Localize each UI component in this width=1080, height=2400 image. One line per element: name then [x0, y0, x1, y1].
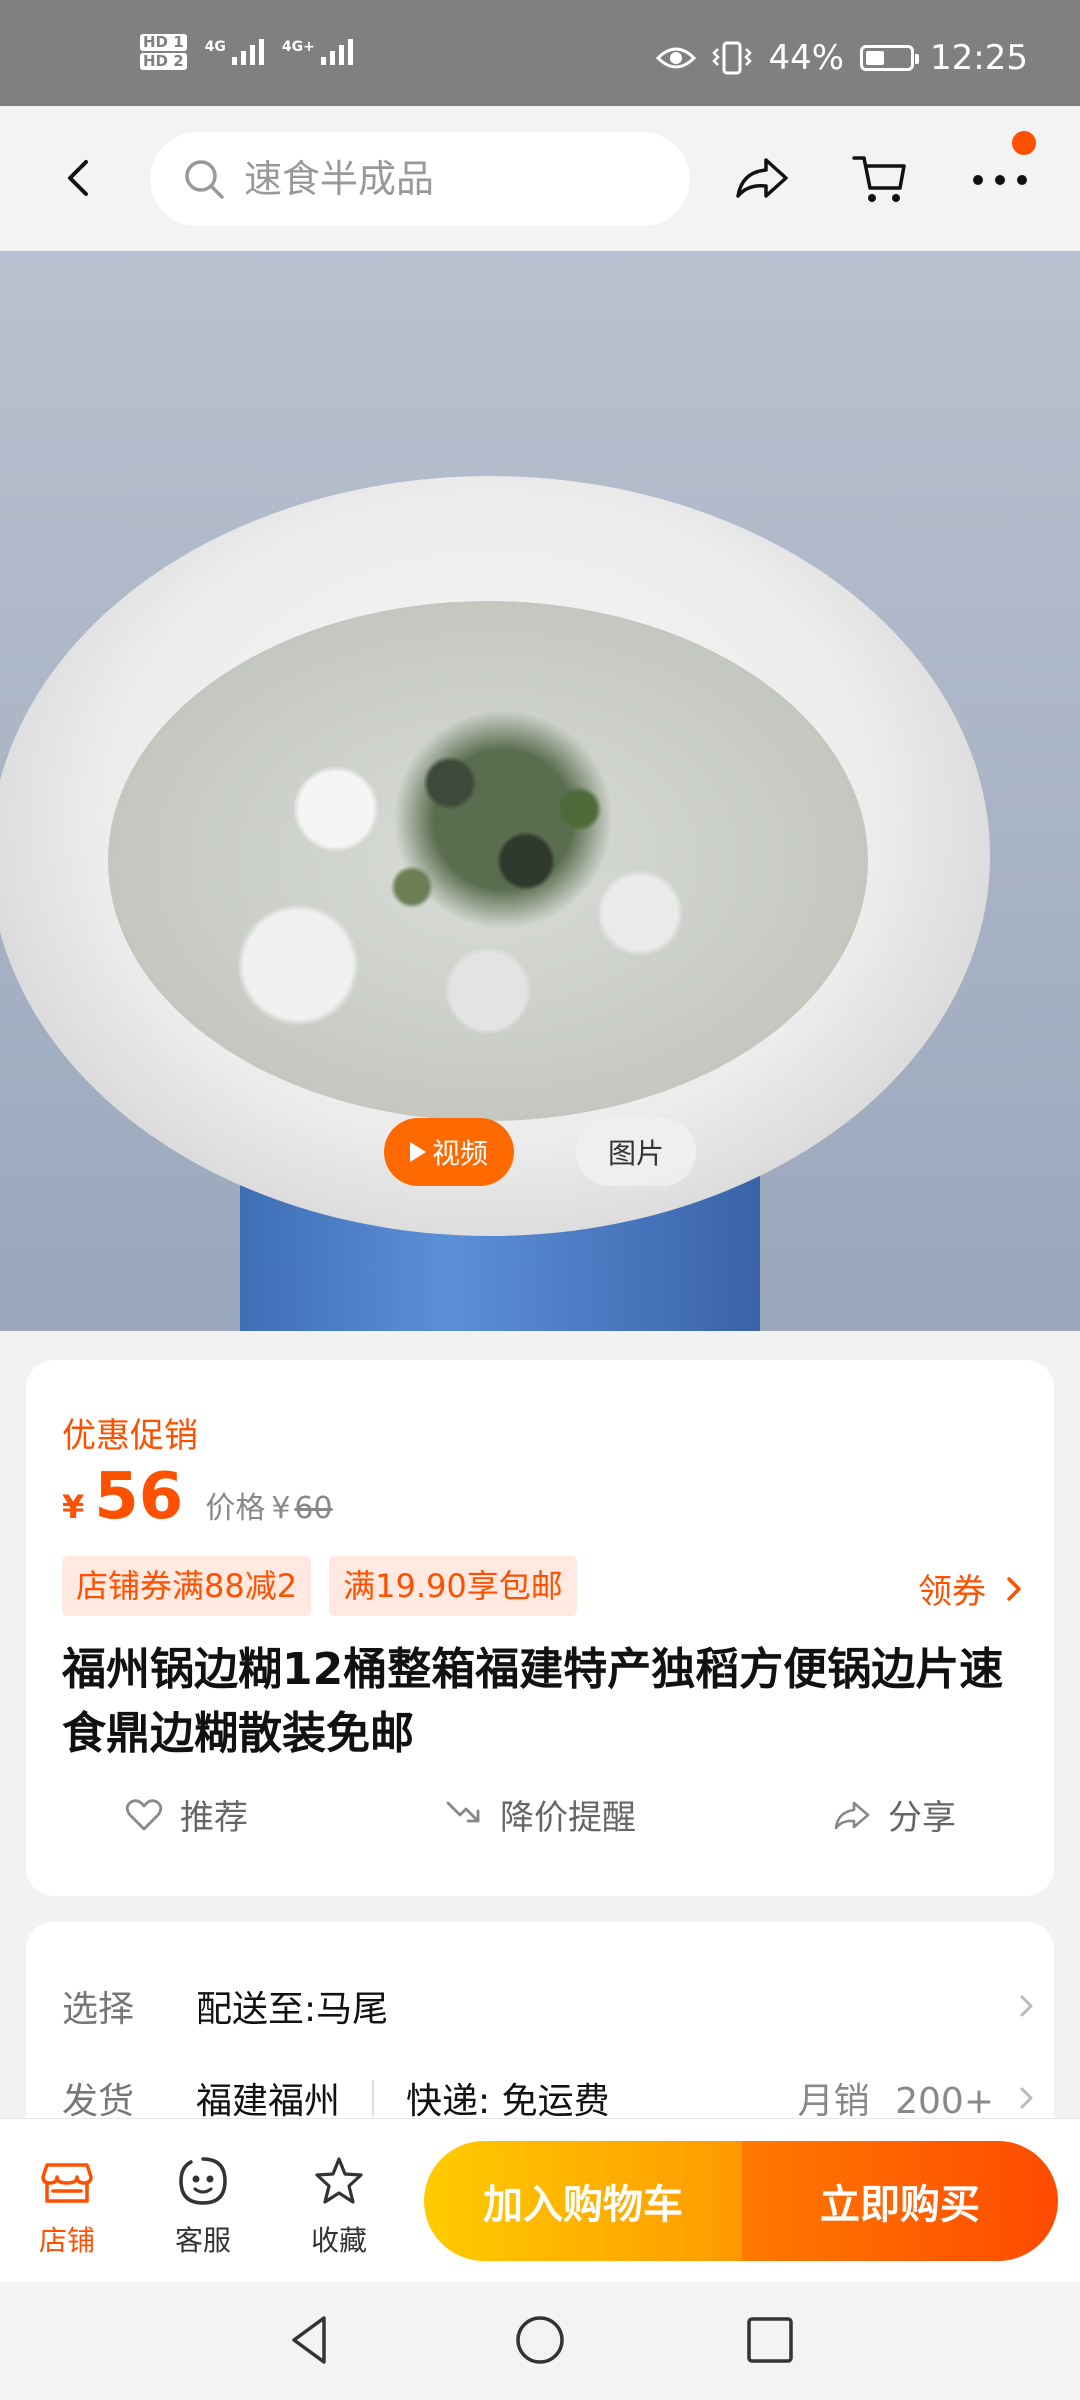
- star-icon: [315, 2157, 363, 2204]
- price-row: ¥ 56 价格 ¥ 60: [62, 1460, 333, 1534]
- original-price: 60: [294, 1491, 333, 1526]
- notification-dot: [1012, 131, 1036, 155]
- select-label: 选择: [62, 1989, 135, 2030]
- divider: [372, 2080, 375, 2116]
- signal-1-icon: 4G: [205, 39, 264, 65]
- monthly-sales-value: 200+: [895, 2081, 994, 2122]
- share-icon[interactable]: [730, 146, 794, 210]
- recommend-button[interactable]: 推荐: [124, 1790, 248, 1839]
- net2-label: 4G+: [281, 39, 315, 55]
- cart-icon[interactable]: [848, 146, 912, 210]
- currency-symbol: ¥: [62, 1488, 85, 1526]
- net1-label: 4G: [204, 39, 226, 55]
- price: 56: [94, 1460, 184, 1534]
- ship-from: 福建福州: [196, 2081, 341, 2122]
- network-indicators: HD 1 HD 2 4G 4G+: [140, 34, 353, 70]
- coupon-shop[interactable]: 店铺券满88减2: [62, 1556, 312, 1616]
- original-currency: ¥: [271, 1491, 291, 1526]
- battery-level: [866, 51, 885, 65]
- system-nav-bar: [0, 2282, 1080, 2400]
- hd2-badge: HD 2: [140, 53, 187, 70]
- heart-icon: [125, 1798, 163, 1830]
- video-tab[interactable]: 视频: [384, 1118, 514, 1186]
- product-actions: 推荐 降价提醒 分享: [26, 1790, 1054, 1839]
- get-coupon-label: 领券: [918, 1572, 986, 1612]
- service-label: 客服: [174, 2224, 231, 2257]
- price-alert-label: 降价提醒: [500, 1798, 636, 1838]
- monthly-sales: 月销 200+: [798, 2072, 994, 2124]
- soup-contents: [108, 601, 868, 1121]
- monthly-sales-label: 月销: [797, 2081, 870, 2122]
- system-recents-icon[interactable]: [740, 2310, 800, 2370]
- express-fee: 快递: 免运费: [406, 2081, 610, 2122]
- coupon-list: 店铺券满88减2 满19.90享包邮: [62, 1556, 577, 1616]
- product-info-card: 优惠促销 ¥ 56 价格 ¥ 60 店铺券满88减2 满19.90享包邮 领券 …: [26, 1360, 1054, 1896]
- price-alert-button[interactable]: 降价提醒: [444, 1790, 636, 1839]
- more-icon[interactable]: [968, 146, 1032, 210]
- share-label: 分享: [888, 1798, 956, 1838]
- shop-label: 店铺: [38, 2224, 95, 2257]
- hd-indicators: HD 1 HD 2: [140, 34, 187, 70]
- photo-tab[interactable]: 图片: [576, 1118, 696, 1186]
- shipping-row[interactable]: 发货 福建福州 快递: 免运费 月销 200+: [62, 2072, 1042, 2124]
- clock: 12:25: [930, 38, 1028, 78]
- share-button[interactable]: 分享: [832, 1790, 956, 1839]
- video-tab-label: 视频: [431, 1137, 488, 1170]
- hd1-badge: HD 1: [140, 34, 187, 51]
- eye-icon: [656, 47, 697, 69]
- top-nav: [0, 106, 1080, 251]
- original-price-label: 价格: [205, 1491, 266, 1526]
- product-image[interactable]: [0, 251, 1080, 1331]
- play-icon: [409, 1142, 426, 1162]
- status-right: 44% 12:25: [656, 38, 1028, 78]
- battery-icon: [860, 45, 920, 71]
- delivery-destination: 配送至:马尾: [196, 1989, 389, 2030]
- chevron-right-icon: [1020, 2087, 1033, 2109]
- customer-service-tab[interactable]: 客服: [148, 2153, 258, 2259]
- back-arrow-icon[interactable]: [52, 150, 108, 206]
- signal-2-icon: 4G+: [282, 39, 353, 65]
- search-icon: [185, 160, 224, 199]
- customer-service-icon: [179, 2157, 227, 2205]
- status-bar: HD 1 HD 2 4G 4G+ 44% 12:25: [0, 0, 1080, 106]
- search-input[interactable]: [242, 156, 666, 202]
- favorite-tab[interactable]: 收藏: [284, 2153, 394, 2259]
- bottom-action-bar: 店铺 客服 收藏 加入购物车 立即购买: [0, 2118, 1080, 2283]
- product-title: 福州锅边糊12桶整箱福建特产独稻方便锅边片速食鼎边糊散装免邮: [62, 1644, 1004, 1759]
- delivery-select-row[interactable]: 选择 配送至:马尾: [62, 1980, 1042, 2032]
- price-drop-icon: [446, 1801, 480, 1822]
- system-home-icon[interactable]: [510, 2310, 570, 2370]
- shop-tab[interactable]: 店铺: [12, 2153, 122, 2259]
- photo-tab-label: 图片: [607, 1137, 664, 1170]
- buy-now-button[interactable]: 立即购买: [742, 2141, 1058, 2261]
- system-back-icon[interactable]: [280, 2310, 340, 2370]
- add-to-cart-button[interactable]: 加入购物车: [424, 2141, 742, 2261]
- favorite-label: 收藏: [310, 2224, 367, 2257]
- chevron-right-icon: [1007, 1576, 1021, 1601]
- coupon-free-shipping[interactable]: 满19.90享包邮: [329, 1556, 577, 1616]
- share-icon: [834, 1801, 870, 1829]
- ship-label: 发货: [62, 2081, 135, 2122]
- promo-label: 优惠促销: [62, 1416, 198, 1456]
- battery-percent: 44%: [768, 38, 845, 78]
- chevron-right-icon: [1020, 1995, 1033, 2017]
- recommend-label: 推荐: [180, 1798, 248, 1838]
- store-icon: [41, 2163, 93, 2203]
- vibrate-icon: [712, 41, 753, 75]
- search-bar[interactable]: [150, 132, 690, 226]
- get-coupon-link[interactable]: 领券: [918, 1564, 1024, 1613]
